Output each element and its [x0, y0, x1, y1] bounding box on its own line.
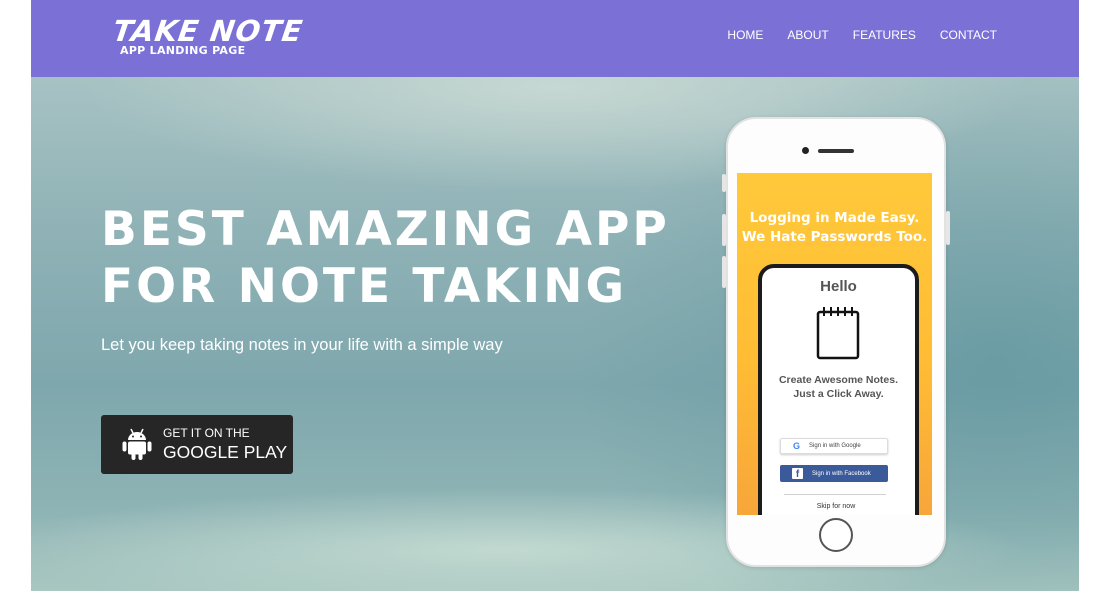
- store-button-big-text: GOOGLE PLAY: [163, 442, 288, 462]
- phone-speaker: [818, 149, 854, 153]
- phone-mockup: Logging in Made Easy. We Hate Passwords …: [722, 117, 950, 567]
- phone-screen: Logging in Made Easy. We Hate Passwords …: [737, 173, 932, 515]
- nav-about-link[interactable]: ABOUT: [787, 28, 828, 42]
- hero-headline-line-2: FOR NOTE TAKING: [101, 259, 628, 314]
- screen-title-line-1: Logging in Made Easy.: [749, 210, 920, 226]
- nav-contact-link[interactable]: CONTACT: [940, 28, 997, 42]
- hero-headline: BEST AMAZING APP FOR NOTE TAKING: [101, 201, 670, 315]
- sign-in-facebook-label: Sign in with Facebook: [812, 470, 871, 477]
- phone-volume-up-button: [722, 214, 726, 246]
- facebook-icon: f: [792, 468, 803, 480]
- logo-title: TAKE NOTE: [110, 14, 306, 48]
- inner-description-line-2: Just a Click Away.: [793, 388, 884, 400]
- sign-in-facebook-button[interactable]: f Sign in with Facebook: [780, 465, 888, 482]
- screen-title: Logging in Made Easy. We Hate Passwords …: [737, 209, 932, 247]
- phone-volume-down-button: [722, 256, 726, 288]
- sign-in-google-label: Sign in with Google: [809, 443, 861, 449]
- phone-camera: [802, 147, 809, 154]
- sign-in-google-button[interactable]: G Sign in with Google: [780, 438, 888, 454]
- phone-side-button: [722, 174, 726, 192]
- google-icon: G: [793, 441, 801, 451]
- inner-description-line-1: Create Awesome Notes.: [778, 374, 899, 386]
- inner-phone-mockup: Hello Create Awesome Notes. Just a Click…: [758, 264, 919, 515]
- android-icon: [122, 428, 152, 460]
- nav-home-link[interactable]: HOME: [727, 28, 763, 42]
- screen-title-line-2: We Hate Passwords Too.: [741, 229, 928, 245]
- nav-menu: HOME ABOUT FEATURES CONTACT: [727, 28, 997, 42]
- hero-section: BEST AMAZING APP FOR NOTE TAKING Let you…: [31, 77, 1079, 591]
- hero-subtext: Let you keep taking notes in your life w…: [101, 336, 503, 354]
- phone-home-button: [819, 518, 853, 552]
- google-play-button[interactable]: GET IT ON THE GOOGLE PLAY: [101, 415, 293, 474]
- logo[interactable]: TAKE NOTE APP LANDING PAGE: [111, 14, 306, 64]
- logo-subtitle: APP LANDING PAGE: [120, 44, 246, 57]
- store-button-small-text: GET IT ON THE: [163, 426, 250, 440]
- hello-heading: Hello: [820, 278, 857, 295]
- skip-link[interactable]: Skip for now: [762, 503, 910, 510]
- divider: [784, 494, 886, 495]
- phone-power-button: [946, 211, 950, 245]
- navbar: TAKE NOTE APP LANDING PAGE HOME ABOUT FE…: [31, 0, 1079, 77]
- inner-description: Create Awesome Notes. Just a Click Away.: [762, 373, 915, 401]
- hero-headline-line-1: BEST AMAZING APP: [101, 202, 670, 257]
- nav-features-link[interactable]: FEATURES: [853, 28, 916, 42]
- notepad-icon: [816, 307, 860, 360]
- landing-page: TAKE NOTE APP LANDING PAGE HOME ABOUT FE…: [31, 0, 1079, 591]
